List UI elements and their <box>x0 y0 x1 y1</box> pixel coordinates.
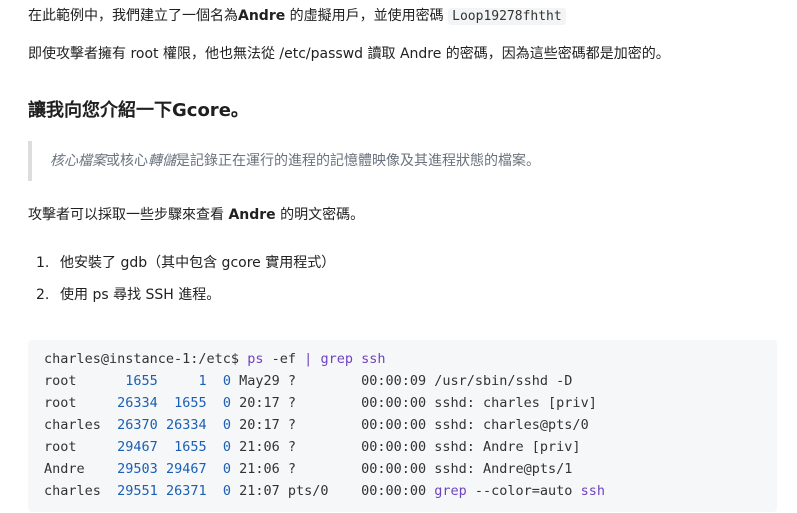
row-ppid: 1 <box>198 373 207 389</box>
list-number: 2. <box>36 287 50 303</box>
intro-paragraph: 在此範例中，我們建立了一個名為Andre 的虛擬用戶，並使用密碼 Loop192… <box>28 6 566 27</box>
row-cmd: /usr/sbin/sshd -D <box>434 373 573 389</box>
row-pid: 29503 <box>117 461 158 477</box>
steps-intro: 攻擊者可以採取一些步驟來查看 Andre 的明文密碼。 <box>28 205 364 225</box>
cmd-grep: grep <box>320 351 353 367</box>
row-stime: 20:17 <box>239 417 280 433</box>
terminal-prompt-line: charles@instance-1:/etc$ ps -ef | grep s… <box>44 348 385 370</box>
arg-ef: -ef <box>271 351 297 367</box>
row-stime: 21:07 <box>239 483 280 499</box>
row-c: 0 <box>222 461 231 477</box>
row-c: 0 <box>222 439 231 455</box>
row-tty: ? <box>287 373 297 389</box>
row-user: root <box>44 373 101 389</box>
process-row: Andre 29503 29467 0 21:06 ? 00:00:00 ssh… <box>44 458 572 480</box>
row-stime: 21:06 <box>239 439 280 455</box>
row-c: 0 <box>222 373 231 389</box>
row-stime: 21:06 <box>239 461 280 477</box>
row-time: 00:00:00 <box>361 461 427 477</box>
row-c: 0 <box>222 417 231 433</box>
row-tty: pts/0 <box>287 483 329 499</box>
row-pid: 26334 <box>117 395 158 411</box>
row-time: 00:00:00 <box>361 395 427 411</box>
row-cmd-args: --color=auto <box>474 483 573 499</box>
row-user: charles <box>44 483 101 499</box>
terminal-code-block: charles@instance-1:/etc$ ps -ef | grep s… <box>28 340 777 512</box>
heading-text: 讓我向您介紹一下 <box>28 100 172 121</box>
row-ppid: 26371 <box>165 483 207 499</box>
heading-bold: Gcore <box>172 100 231 121</box>
user-name: Andre <box>238 8 286 24</box>
password-code: Loop19278fhtht <box>448 8 566 25</box>
row-pid: 1655 <box>125 373 158 389</box>
row-cmd: sshd: charles [priv] <box>434 395 597 411</box>
row-tty: ? <box>287 461 297 477</box>
row-stime: 20:17 <box>239 395 280 411</box>
row-pid: 29467 <box>117 439 158 455</box>
row-stime: May29 <box>239 373 280 389</box>
row-user: root <box>44 439 101 455</box>
row-cmd-ssh: ssh <box>580 483 605 499</box>
process-row: charles 26370 26334 0 20:17 ? 00:00:00 s… <box>44 414 589 436</box>
pipe: | <box>304 351 313 367</box>
row-time: 00:00:00 <box>361 483 427 499</box>
row-tty: ? <box>287 439 297 455</box>
quote-or: 或核心 <box>106 153 148 169</box>
row-user: charles <box>44 417 101 433</box>
row-cmd: sshd: Andre [priv] <box>434 439 581 455</box>
row-user: root <box>44 395 101 411</box>
row-ppid: 1655 <box>174 395 207 411</box>
steps-list: 1. 他安裝了 gdb（其中包含 gcore 實用程式） 2. 使用 ps 尋找 S… <box>36 253 335 317</box>
quote-term-dump: 轉儲 <box>148 153 176 169</box>
root-paragraph: 即使攻擊者擁有 root 權限，他也無法從 /etc/passwd 讀取 And… <box>28 46 670 62</box>
steps-intro-end: 的明文密碼。 <box>275 207 365 223</box>
cmd-ps: ps <box>247 351 264 367</box>
row-c: 0 <box>222 395 231 411</box>
row-cmd-grep: grep <box>434 483 467 499</box>
quote-rest: 是記錄正在運行的進程的記憶體映像及其進程狀態的檔案。 <box>176 153 540 169</box>
steps-intro-text: 攻擊者可以採取一些步驟來查看 <box>28 207 229 223</box>
process-row: root 26334 1655 0 20:17 ? 00:00:00 sshd:… <box>44 392 597 414</box>
row-c: 0 <box>222 483 231 499</box>
row-ppid: 29467 <box>165 461 207 477</box>
row-time: 00:00:09 <box>361 373 427 389</box>
row-tty: ? <box>287 395 297 411</box>
row-tty: ? <box>287 417 297 433</box>
process-row: root 1655 1 0 May29 ? 00:00:09 /usr/sbin… <box>44 370 572 392</box>
list-number: 1. <box>36 255 50 271</box>
list-item: 2. 使用 ps 尋找 SSH 進程。 <box>36 285 335 317</box>
quote-text: 核心檔案或核心轉儲是記錄正在運行的進程的記憶體映像及其進程狀態的檔案。 <box>50 151 540 171</box>
process-row: root 29467 1655 0 21:06 ? 00:00:00 sshd:… <box>44 436 581 458</box>
list-item: 1. 他安裝了 gdb（其中包含 gcore 實用程式） <box>36 253 335 285</box>
arg-ssh: ssh <box>361 351 386 367</box>
row-user: Andre <box>44 461 101 477</box>
section-heading: 讓我向您介紹一下Gcore。 <box>28 99 249 123</box>
list-text: 他安裝了 gdb（其中包含 gcore 實用程式） <box>60 255 336 271</box>
row-cmd: sshd: Andre@pts/1 <box>434 461 573 477</box>
row-time: 00:00:00 <box>361 417 427 433</box>
intro-text: 在此範例中，我們建立了一個名為 <box>28 8 238 24</box>
list-text: 使用 ps 尋找 SSH 進程。 <box>60 287 221 303</box>
row-time: 00:00:00 <box>361 439 427 455</box>
process-row: charles 29551 26371 0 21:07 pts/0 00:00:… <box>44 480 605 502</box>
row-ppid: 1655 <box>174 439 207 455</box>
blockquote: 核心檔案或核心轉儲是記錄正在運行的進程的記憶體映像及其進程狀態的檔案。 <box>28 141 777 181</box>
row-cmd: sshd: charles@pts/0 <box>434 417 589 433</box>
row-pid: 29551 <box>117 483 158 499</box>
prompt: charles@instance-1:/etc$ <box>44 351 240 367</box>
row-ppid: 26334 <box>165 417 207 433</box>
quote-term-core-file: 核心檔案 <box>50 153 106 169</box>
intro-text-middle: 的虛擬用戶，並使用密碼 <box>285 8 449 24</box>
row-pid: 26370 <box>117 417 158 433</box>
steps-intro-user: Andre <box>228 207 276 223</box>
heading-end: 。 <box>230 100 249 121</box>
